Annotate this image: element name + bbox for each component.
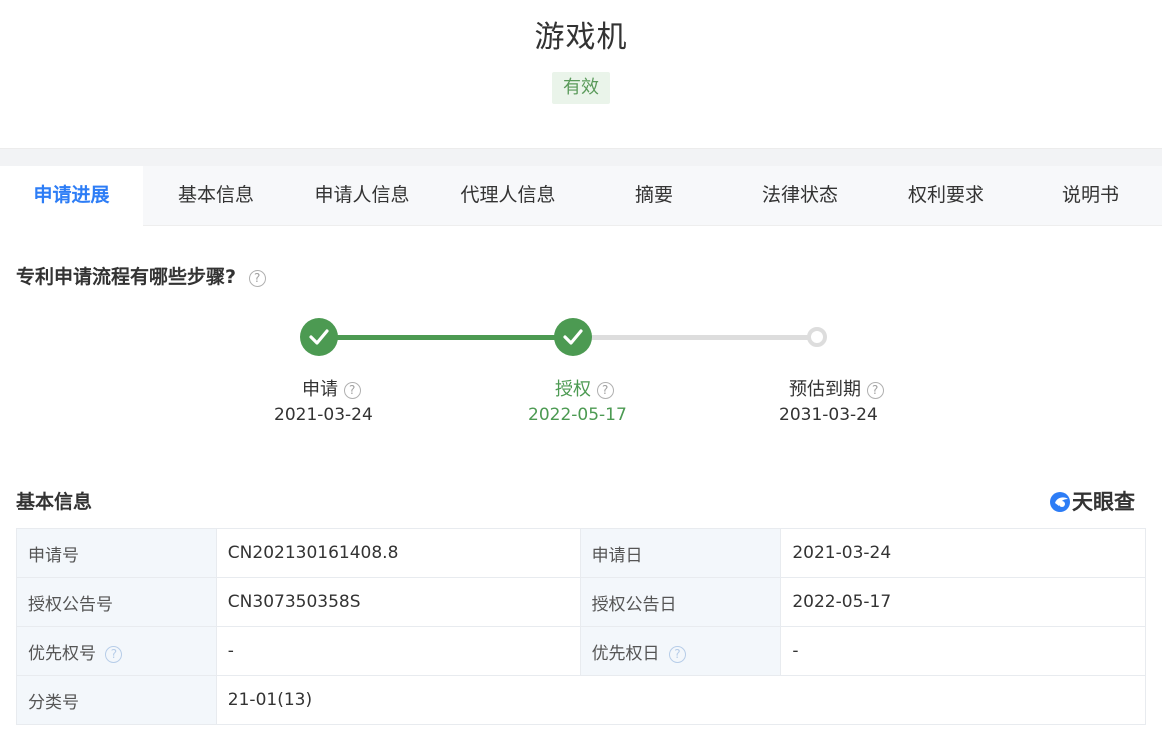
application-number-value: CN202130161408.8 [215,528,581,578]
tab-legal-status[interactable]: 法律状态 [727,166,873,226]
step-apply-date: 2021-03-24 [274,405,373,425]
tab-claims[interactable]: 权利要求 [873,166,1019,226]
priority-date-text: 优先权日 [591,643,660,664]
step-apply-text: 申请 [302,379,338,400]
application-date-value: 2021-03-24 [780,528,1146,578]
priority-number-label: 优先权号 ? [16,626,217,676]
help-icon[interactable]: ? [343,382,361,399]
step-grant-label: 授权 ? [555,375,614,401]
tab-progress[interactable]: 申请进展 [0,166,143,226]
grant-number-label: 授权公告号 [16,577,217,627]
progress-title-text: 专利申请流程有哪些步骤? [16,266,237,288]
step-grant-date: 2022-05-17 [528,405,627,425]
step-grant-node [554,318,592,356]
step-expiry-node [807,327,827,347]
brand-name: 天眼查 [1072,490,1135,514]
basic-info-table: 申请号 CN202130161408.8 申请日 2021-03-24 授权公告… [16,528,1147,725]
tianyancha-logo-icon [1050,492,1070,512]
step-expiry-date: 2031-03-24 [779,405,878,425]
tab-basic-info[interactable]: 基本信息 [143,166,289,226]
step-expiry-label: 预估到期 ? [789,375,884,401]
step-apply-label: 申请 ? [302,375,361,401]
application-progress: 申请 ? 2021-03-24 授权 ? 2022-05-17 预估到期 ? 2… [0,318,1162,428]
priority-date-value: - [780,626,1146,676]
help-icon[interactable]: ? [248,270,266,287]
table-row: 申请号 CN202130161408.8 申请日 2021-03-24 [16,528,1146,578]
priority-date-label: 优先权日 ? [579,626,782,676]
basic-info-title: 基本信息 [16,491,93,513]
grant-date-value: 2022-05-17 [780,577,1146,627]
progress-line-pending [591,335,811,340]
priority-number-text: 优先权号 [28,643,96,664]
grant-number-value: CN307350358S [215,577,581,627]
table-row: 授权公告号 CN307350358S 授权公告日 2022-05-17 [16,577,1146,627]
tab-description[interactable]: 说明书 [1019,166,1162,226]
step-apply-node [300,318,338,356]
help-icon[interactable]: ? [668,645,686,663]
classification-label: 分类号 [16,675,217,725]
tab-applicant-info[interactable]: 申请人信息 [289,166,435,226]
table-row: 分类号 21-01(13) [16,675,1147,725]
step-grant-text: 授权 [555,379,591,400]
grant-date-label: 授权公告日 [579,577,782,627]
patent-header: 游戏机 有效 [0,0,1162,148]
page-title: 游戏机 [534,20,628,55]
brand-logo: 天眼查 [1049,486,1135,514]
step-expiry-text: 预估到期 [789,379,861,400]
check-icon [309,329,329,345]
check-icon [563,329,583,345]
priority-number-value: - [215,626,581,676]
progress-section-title: 专利申请流程有哪些步骤? ? [16,262,266,289]
status-badge: 有效 [552,72,610,104]
application-number-label: 申请号 [16,528,217,578]
table-row: 优先权号 ? - 优先权日 ? - [16,626,1146,676]
progress-line-completed [337,335,555,340]
tab-bar: 申请进展 基本信息 申请人信息 代理人信息 摘要 法律状态 权利要求 说明书 [0,166,1162,226]
help-icon[interactable]: ? [866,382,884,399]
help-icon[interactable]: ? [596,382,614,399]
section-divider [0,148,1162,166]
application-date-label: 申请日 [579,528,782,578]
help-icon[interactable]: ? [105,645,123,663]
tab-agent-info[interactable]: 代理人信息 [435,166,581,226]
tab-abstract[interactable]: 摘要 [581,166,727,226]
classification-value: 21-01(13) [215,675,1147,725]
